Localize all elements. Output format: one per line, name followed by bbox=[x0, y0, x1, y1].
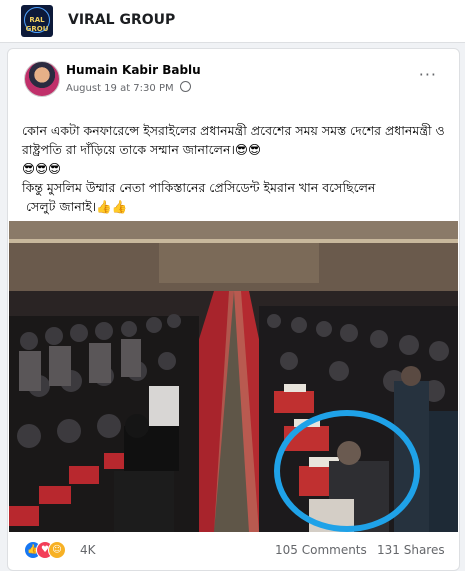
post-photo[interactable] bbox=[9, 221, 458, 532]
post-meta: August 19 at 7:30 PM bbox=[66, 81, 191, 94]
reaction-count[interactable]: 4K bbox=[80, 543, 96, 557]
group-name[interactable]: VIRAL GROUP bbox=[68, 12, 175, 28]
group-logo-text: RAL GROU bbox=[25, 16, 49, 33]
post-text: কোন একটা কনফারেন্সে ইসরাইলের প্রধানমন্ত্… bbox=[22, 123, 445, 214]
author-name[interactable]: Humain Kabir Bablu bbox=[66, 63, 201, 77]
author-avatar[interactable] bbox=[24, 61, 60, 97]
post-card: Humain Kabir Bablu August 19 at 7:30 PM … bbox=[7, 48, 460, 571]
group-header: RAL GROU VIRAL GROUP bbox=[0, 0, 465, 43]
more-options-button[interactable]: ··· bbox=[419, 65, 437, 84]
group-logo[interactable]: RAL GROU bbox=[21, 5, 53, 37]
shares-count[interactable]: 131 Shares bbox=[377, 543, 445, 557]
conference-hall-photo bbox=[9, 221, 458, 532]
comments-count[interactable]: 105 Comments bbox=[275, 543, 367, 557]
globe-icon bbox=[179, 81, 191, 92]
care-reaction-icon: ☺ bbox=[48, 541, 66, 559]
post-date[interactable]: August 19 at 7:30 PM bbox=[66, 83, 174, 94]
